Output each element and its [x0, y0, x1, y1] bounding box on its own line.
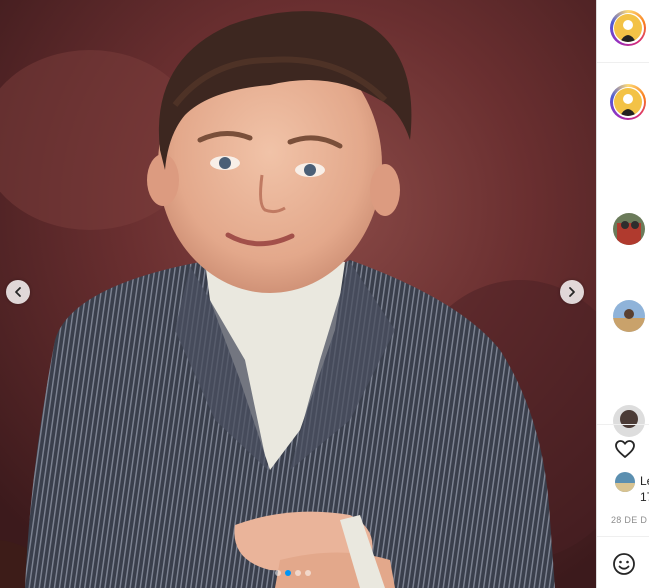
likes-count: 17	[640, 490, 649, 504]
comment-bar	[597, 536, 649, 588]
previous-image-button[interactable]	[6, 280, 30, 304]
carousel-dot	[305, 570, 311, 576]
portrait-image	[0, 0, 596, 588]
carousel-indicator	[275, 570, 311, 576]
carousel-dot-active	[285, 570, 291, 576]
carousel-dot	[295, 570, 301, 576]
chevron-left-icon	[15, 287, 21, 297]
like-button[interactable]	[613, 437, 637, 461]
post-header	[597, 0, 649, 63]
post-date: 28 DE D	[611, 515, 648, 525]
next-image-button[interactable]	[560, 280, 584, 304]
author-avatar[interactable]	[610, 10, 646, 46]
liked-by-text: Le	[640, 474, 649, 488]
post-photo	[0, 0, 596, 588]
chevron-right-icon	[569, 287, 575, 297]
carousel-dot	[275, 570, 281, 576]
commenter-avatar[interactable]	[613, 300, 645, 332]
post-actions: Le 17 28 DE D	[597, 424, 649, 537]
heart-icon	[615, 440, 635, 458]
likes-summary[interactable]: Le 17	[640, 473, 649, 505]
caption-author-avatar[interactable]	[610, 84, 646, 120]
liker-avatar[interactable]	[615, 472, 635, 492]
emoji-button[interactable]	[612, 552, 636, 576]
post-side-panel: Le 17 28 DE D	[596, 0, 649, 588]
commenter-avatar[interactable]	[613, 213, 645, 245]
emoji-icon	[613, 553, 635, 575]
